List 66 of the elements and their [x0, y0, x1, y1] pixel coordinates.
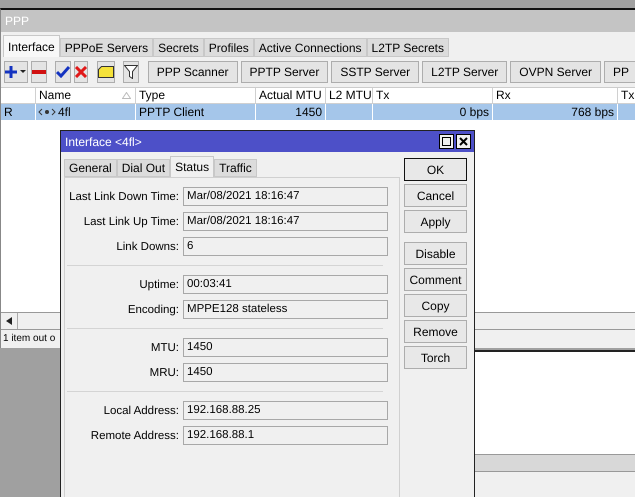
maximize-button[interactable]	[439, 134, 454, 149]
dialog-title: Interface <4fl>	[65, 134, 142, 148]
toolbar-button[interactable]: SSTP Server	[331, 61, 420, 83]
maximize-icon	[442, 137, 451, 146]
field-label: Link Downs:	[115, 240, 180, 252]
readonly-field: Mar/08/2021 18:16:47	[183, 187, 388, 206]
close-button[interactable]	[456, 134, 471, 149]
dialog-button[interactable]: Cancel	[404, 184, 467, 207]
tab[interactable]: Dial Out	[116, 159, 170, 177]
left-arrow-icon	[6, 317, 12, 325]
readonly-field: MPPE128 stateless	[183, 300, 388, 319]
readonly-field: 1450	[183, 363, 388, 382]
readonly-field: Mar/08/2021 18:16:47	[183, 212, 388, 231]
tab[interactable]: Secrets	[153, 38, 204, 57]
field-label: Remote Address:	[90, 430, 180, 442]
toolbar-button[interactable]: OVPN Server	[510, 61, 601, 83]
readonly-field: 00:03:41	[183, 275, 388, 294]
enable-button[interactable]	[55, 61, 72, 83]
window-title: PPP	[1, 10, 635, 32]
toolbar-button[interactable]: L2TP Server	[422, 61, 508, 83]
note-icon	[98, 66, 114, 78]
dialog-button[interactable]: Apply	[404, 210, 467, 233]
field-label: Last Link Down Time:	[68, 190, 180, 202]
tab[interactable]: Interface	[3, 35, 60, 57]
tab[interactable]: Traffic	[214, 159, 257, 177]
add-button[interactable]	[4, 61, 28, 83]
field-label: MRU:	[148, 366, 180, 378]
interface-icon	[38, 108, 56, 116]
readonly-field: 192.168.88.1	[183, 426, 388, 445]
dialog-button[interactable]: Torch	[404, 346, 467, 369]
dialog-button[interactable]: Comment	[404, 268, 467, 291]
dialog-button[interactable]: Copy	[404, 294, 467, 317]
field-label: Encoding:	[126, 304, 180, 316]
minus-icon	[32, 70, 46, 74]
plus-icon	[5, 65, 27, 79]
tab[interactable]: PPPoE Servers	[60, 38, 154, 57]
toolbar-button[interactable]: PP	[604, 61, 635, 83]
tab[interactable]: General	[64, 159, 117, 177]
field-label: Uptime:	[138, 278, 180, 290]
field-label: Last Link Up Time:	[82, 216, 180, 228]
tab[interactable]: L2TP Secrets	[366, 38, 449, 57]
filter-icon	[124, 65, 138, 79]
comment-button[interactable]	[96, 61, 115, 83]
dialog-button[interactable]: Disable	[404, 242, 467, 265]
table-row[interactable]: R 4fl PPTP Client 1450 0 bps 768 bps	[1, 104, 635, 120]
filter-button[interactable]	[123, 61, 140, 83]
tab[interactable]: Status	[170, 156, 214, 177]
tab[interactable]: Profiles	[204, 38, 254, 57]
toolbar-button[interactable]: PPTP Server	[240, 61, 328, 83]
cross-icon	[75, 66, 88, 78]
dialog-button[interactable]: Remove	[404, 320, 467, 343]
tab[interactable]: Active Connections	[254, 38, 367, 57]
disable-button[interactable]	[74, 61, 88, 83]
toolbar-button[interactable]: PPP Scanner	[148, 61, 238, 83]
remove-button[interactable]	[31, 61, 47, 83]
field-label: Local Address:	[102, 404, 180, 416]
table-cell: 4fl	[58, 104, 71, 120]
sort-icon	[122, 92, 131, 99]
dialog-button[interactable]: OK	[404, 158, 467, 181]
readonly-field: 192.168.88.25	[183, 401, 388, 420]
checkmark-icon	[56, 66, 70, 78]
status-text: 1 item out o	[3, 333, 56, 344]
close-icon	[459, 137, 468, 146]
readonly-field: 6	[183, 237, 388, 256]
readonly-field: 1450	[183, 338, 388, 357]
field-label: MTU:	[150, 342, 180, 354]
